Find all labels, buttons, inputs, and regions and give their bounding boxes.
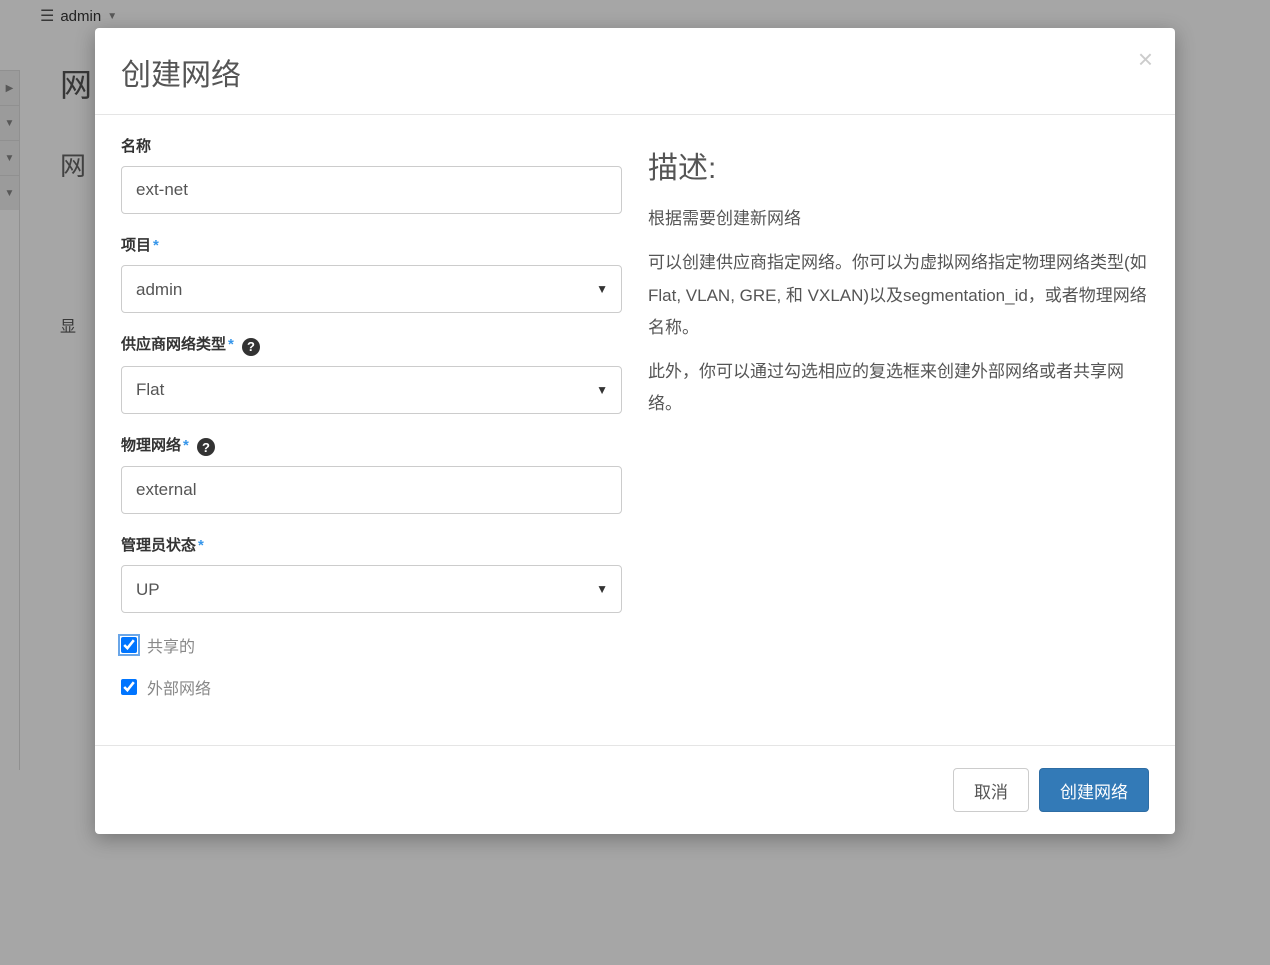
close-icon[interactable]: × bbox=[1138, 46, 1153, 72]
physical-network-input[interactable] bbox=[121, 466, 622, 514]
physical-network-label: 物理网络* ? bbox=[121, 434, 622, 457]
description-text: 此外，你可以通过勾选相应的复选框来创建外部网络或者共享网络。 bbox=[648, 356, 1149, 421]
external-network-checkbox[interactable] bbox=[121, 679, 137, 695]
shared-checkbox[interactable] bbox=[121, 637, 137, 653]
description-text: 可以创建供应商指定网络。你可以为虚拟网络指定物理网络类型(如Flat, VLAN… bbox=[648, 247, 1149, 344]
project-select[interactable]: admin bbox=[121, 265, 622, 313]
admin-state-label: 管理员状态* bbox=[121, 534, 622, 555]
modal-title: 创建网络 bbox=[121, 50, 1149, 94]
cancel-button[interactable]: 取消 bbox=[953, 768, 1029, 812]
project-label: 项目* bbox=[121, 234, 622, 255]
help-icon[interactable]: ? bbox=[197, 438, 215, 456]
provider-network-type-label: 供应商网络类型* ? bbox=[121, 333, 622, 356]
description-text: 根据需要创建新网络 bbox=[648, 203, 1149, 235]
provider-network-type-select[interactable]: Flat bbox=[121, 366, 622, 414]
create-network-modal: 创建网络 × 名称 项目* admin ▼ bbox=[95, 28, 1175, 834]
modal-overlay: 创建网络 × 名称 项目* admin ▼ bbox=[0, 0, 1270, 965]
name-label: 名称 bbox=[121, 135, 622, 156]
modal-footer: 取消 创建网络 bbox=[95, 745, 1175, 834]
description-column: 描述: 根据需要创建新网络 可以创建供应商指定网络。你可以为虚拟网络指定物理网络… bbox=[648, 135, 1149, 717]
admin-state-select[interactable]: UP bbox=[121, 565, 622, 613]
help-icon[interactable]: ? bbox=[242, 338, 260, 356]
form-column: 名称 项目* admin ▼ 供应商网络 bbox=[121, 135, 622, 717]
external-network-label: 外部网络 bbox=[147, 675, 211, 699]
create-network-button[interactable]: 创建网络 bbox=[1039, 768, 1149, 812]
description-title: 描述: bbox=[648, 143, 1149, 187]
shared-label: 共享的 bbox=[147, 633, 195, 657]
modal-header: 创建网络 × bbox=[95, 28, 1175, 115]
name-input[interactable] bbox=[121, 166, 622, 214]
